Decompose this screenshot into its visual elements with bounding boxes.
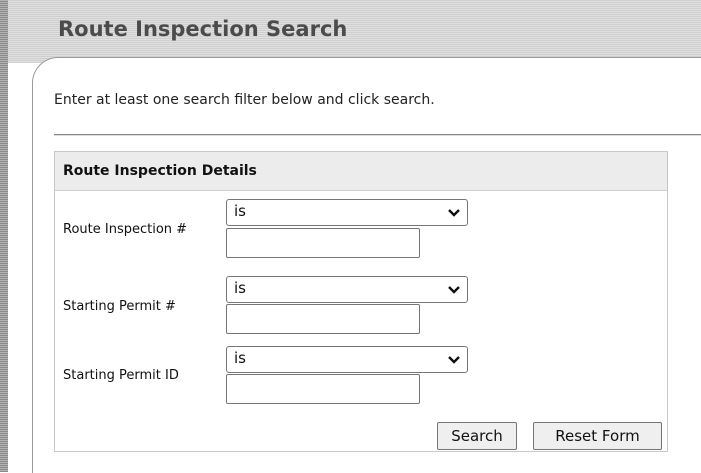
reset-form-button[interactable]: Reset Form	[533, 422, 662, 450]
chevron-down-icon	[448, 356, 460, 364]
starting-permit-number-operator-select[interactable]: is	[226, 276, 468, 303]
route-inspection-details-panel: Route Inspection Details Route Inspectio…	[54, 151, 668, 452]
instruction-text: Enter at least one search filter below a…	[54, 92, 435, 108]
starting-permit-number-input[interactable]	[226, 304, 420, 334]
route-inspection-number-operator-select[interactable]: is	[226, 199, 468, 226]
select-value: is	[234, 349, 246, 367]
panel-header: Route Inspection Details	[55, 152, 667, 191]
route-inspection-number-input[interactable]	[226, 228, 420, 258]
select-value: is	[234, 202, 246, 220]
starting-permit-number-label: Starting Permit #	[63, 299, 176, 314]
chevron-down-icon	[448, 286, 460, 294]
panel-title: Route Inspection Details	[63, 163, 257, 179]
starting-permit-id-operator-select[interactable]: is	[226, 346, 468, 373]
search-button[interactable]: Search	[437, 422, 517, 450]
left-border-decoration	[0, 0, 8, 472]
chevron-down-icon	[448, 209, 460, 217]
route-inspection-number-label: Route Inspection #	[63, 222, 188, 237]
starting-permit-id-label: Starting Permit ID	[63, 368, 179, 383]
starting-permit-id-input[interactable]	[226, 374, 420, 404]
page-title: Route Inspection Search	[58, 17, 348, 41]
divider	[54, 134, 701, 136]
select-value: is	[234, 279, 246, 297]
